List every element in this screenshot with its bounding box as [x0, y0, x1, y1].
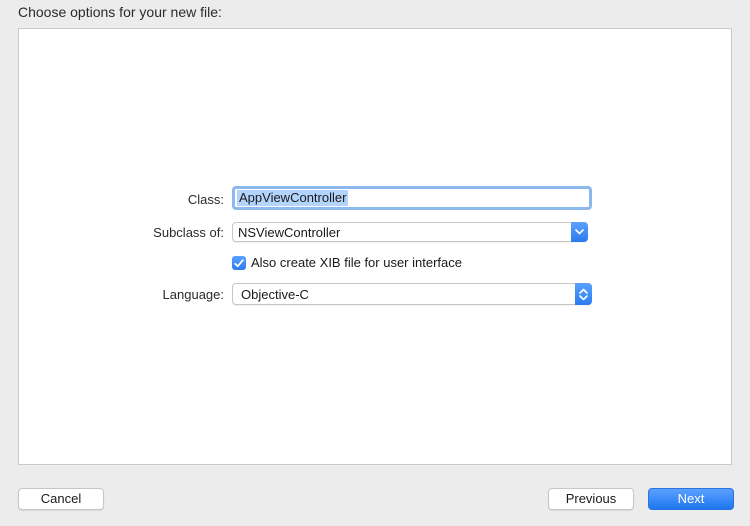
options-panel: Class: AppViewController Subclass of: NS…	[18, 28, 732, 465]
class-label: Class:	[187, 192, 224, 207]
next-button[interactable]: Next	[648, 488, 734, 510]
subclass-select[interactable]: NSViewController	[232, 222, 588, 242]
checkmark-icon	[234, 258, 244, 267]
class-input[interactable]: AppViewController	[232, 186, 592, 210]
chevron-down-icon[interactable]	[571, 222, 588, 242]
language-select[interactable]: Objective-C	[232, 283, 592, 305]
language-label: Language:	[162, 287, 224, 302]
cancel-button[interactable]: Cancel	[18, 488, 104, 510]
page-title: Choose options for your new file:	[18, 4, 222, 20]
xib-checkbox-label[interactable]: Also create XIB file for user interface	[251, 255, 462, 270]
subclass-label: Subclass of:	[153, 225, 224, 240]
previous-button[interactable]: Previous	[548, 488, 634, 510]
language-select-value: Objective-C	[241, 287, 309, 302]
subclass-select-value: NSViewController	[238, 225, 341, 240]
new-file-options-window: Choose options for your new file: Class:…	[0, 0, 750, 526]
updown-chevron-icon[interactable]	[575, 283, 592, 305]
xib-checkbox[interactable]	[232, 256, 246, 270]
class-input-value[interactable]: AppViewController	[237, 190, 349, 206]
